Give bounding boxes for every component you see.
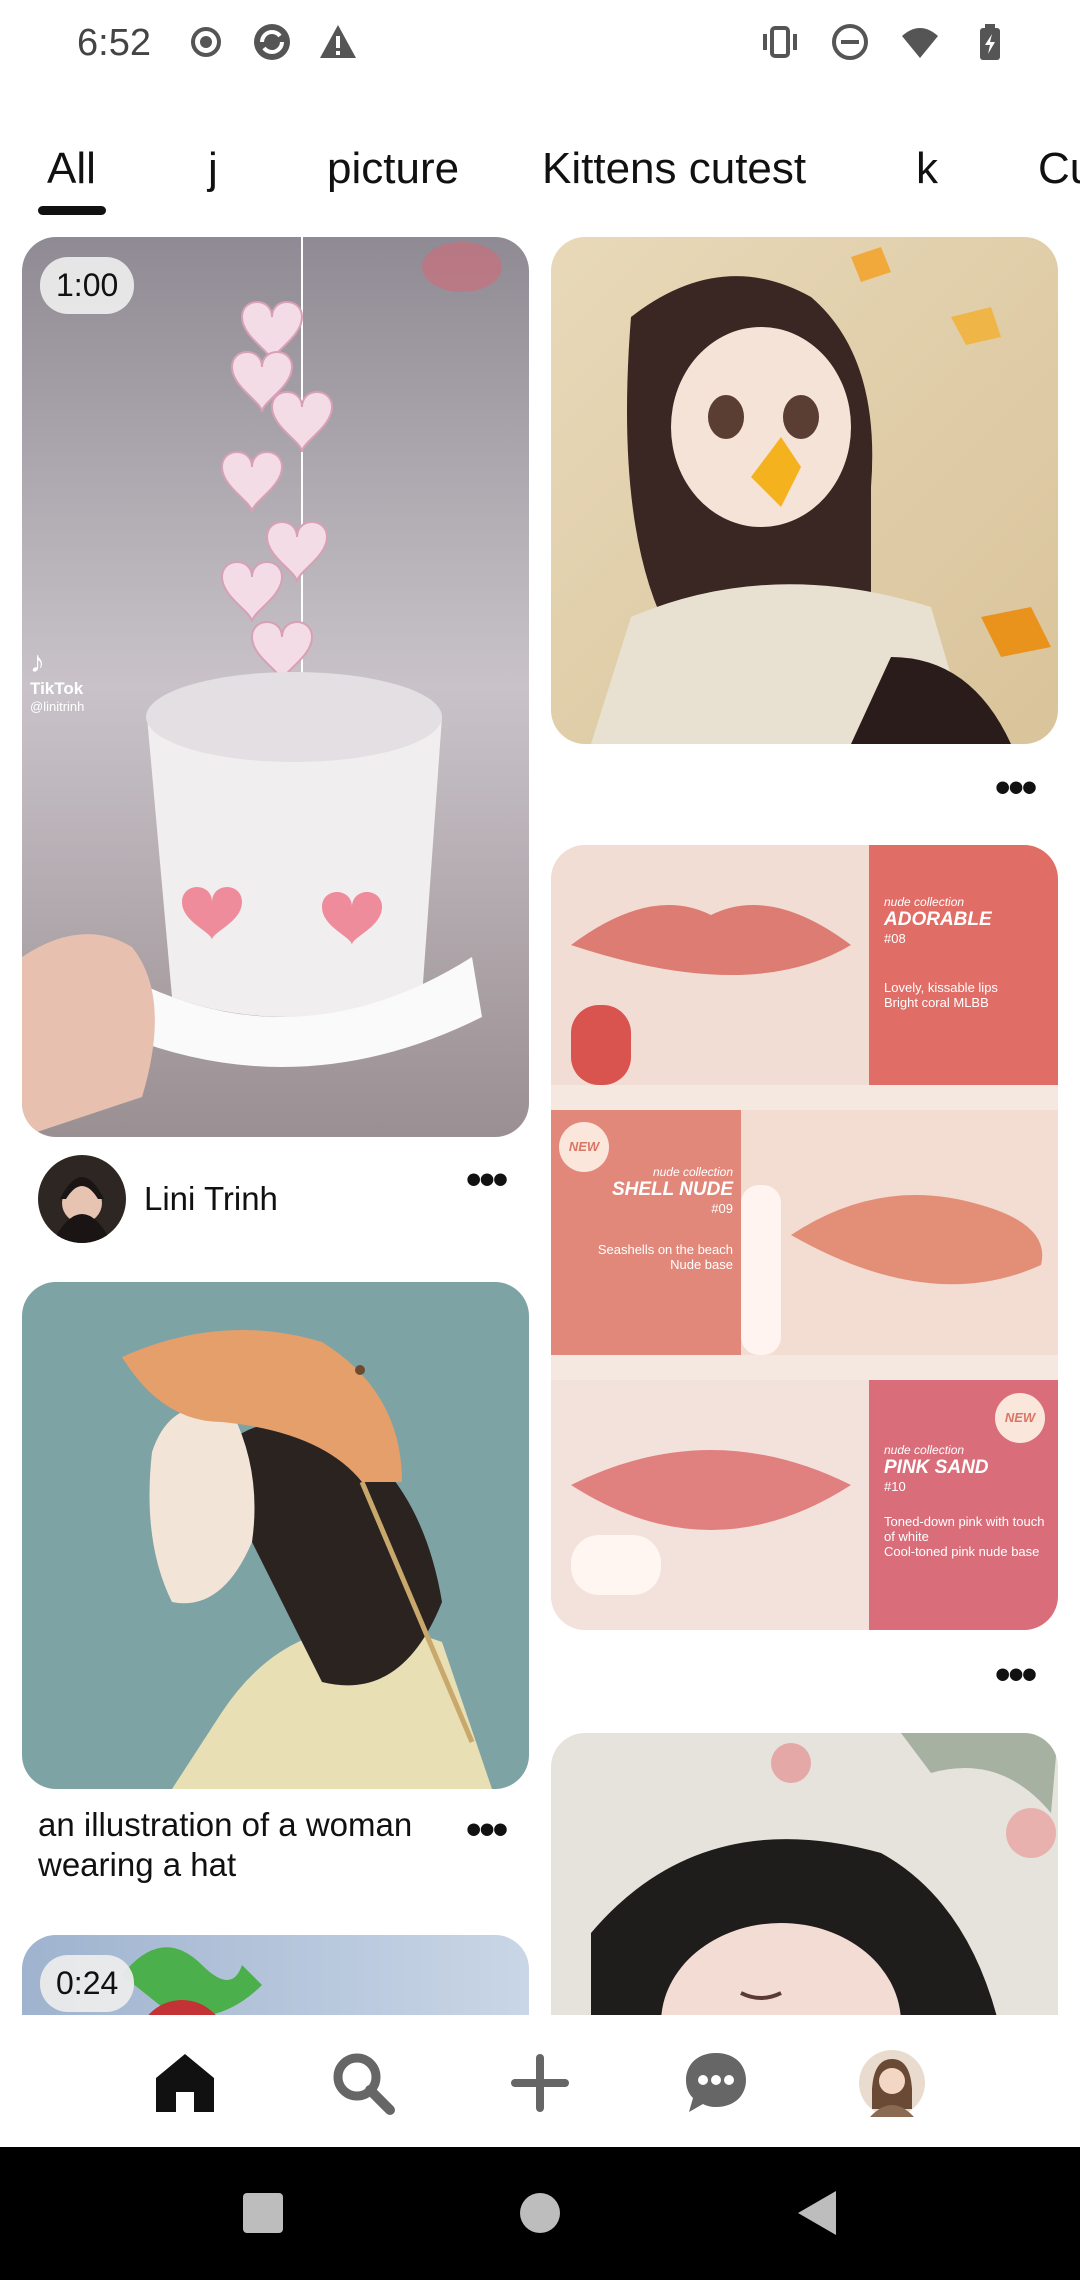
swatch-code: #10 [884, 1479, 906, 1494]
tab-picture[interactable]: picture [327, 144, 459, 194]
back-button[interactable] [790, 2185, 846, 2241]
board-tabs: All j picture Kittens cutest k Cu [0, 130, 1080, 220]
swatch-name: SHELL NUDE [611, 1179, 733, 1200]
pin-video-card[interactable]: 0:24 [22, 1935, 529, 2015]
more-options-button[interactable]: ••• [995, 1653, 1037, 1697]
home-icon[interactable] [149, 2047, 221, 2119]
home-button[interactable] [512, 2185, 568, 2241]
swatch-desc: Toned-down pink with touch of white [884, 1514, 1045, 1544]
status-time: 6:52 [77, 22, 151, 64]
profile-avatar[interactable] [856, 2047, 928, 2119]
author-avatar[interactable] [38, 1155, 126, 1243]
sleeping-girl-image [551, 1733, 1058, 2015]
pin-illustration-card[interactable] [22, 1282, 529, 1789]
more-options-button[interactable]: ••• [995, 766, 1037, 810]
tiktok-icon: ♪ [30, 646, 45, 679]
status-left-icons [186, 22, 358, 62]
more-options-button[interactable]: ••• [466, 1808, 508, 1852]
swatch-label-pink-sand: nude collection PINK SAND #10 Toned-down… [884, 1443, 1054, 1559]
tab-kittens-cutest[interactable]: Kittens cutest [542, 144, 806, 194]
messages-icon[interactable] [680, 2047, 752, 2119]
video-thumbnail [22, 237, 529, 1137]
system-navigation-bar [0, 2147, 1080, 2280]
tab-k[interactable]: k [916, 144, 938, 194]
status-right-icons [760, 22, 1010, 62]
pin-feed[interactable]: 1:00 ♪ TikTok @linitrinh Lini Trinh ••• … [0, 230, 1080, 2015]
pin-caption: an illustration of a woman wearing a hat [38, 1806, 413, 1883]
swatch-name: ADORABLE [884, 909, 992, 930]
status-bar: 6:52 [0, 0, 1080, 90]
swatch-desc: Cool-toned pink nude base [884, 1544, 1040, 1559]
battery-charging-icon [980, 24, 1000, 60]
swatch-collection: nude collection [884, 1443, 965, 1457]
more-options-button[interactable]: ••• [466, 1158, 508, 1202]
author-name[interactable]: Lini Trinh [144, 1180, 278, 1218]
swatch-label-shell-nude: nude collection SHELL NUDE #09 Seashells… [565, 1165, 733, 1272]
swatch-code: #09 [711, 1201, 733, 1216]
swatch-code: #08 [884, 931, 906, 946]
warning-icon [320, 25, 356, 58]
swatch-collection: nude collection [884, 895, 965, 909]
tiktok-handle: @linitrinh [30, 699, 85, 714]
record-icon [191, 27, 221, 57]
pin-video-card[interactable]: 1:00 ♪ TikTok @linitrinh [22, 237, 529, 1137]
swatch-desc: Bright coral MLBB [884, 995, 989, 1010]
anime-girl-image [551, 237, 1058, 744]
tab-selected-indicator [38, 206, 106, 215]
bottom-navigation [0, 2015, 1080, 2147]
swatch-collection: nude collection [652, 1165, 733, 1179]
pin-anime-girl-card[interactable] [551, 237, 1058, 744]
illustration-image [22, 1282, 529, 1789]
pin-sleeping-girl-card[interactable] [551, 1733, 1058, 2015]
create-icon[interactable] [504, 2047, 576, 2119]
tab-all[interactable]: All [47, 144, 96, 194]
tab-j[interactable]: j [208, 144, 218, 194]
pin-lipstick-card[interactable]: nude collection ADORABLE #08 Lovely, kis… [551, 845, 1058, 1630]
sync-icon [254, 24, 290, 60]
new-badge: NEW [995, 1393, 1045, 1443]
search-icon[interactable] [327, 2047, 399, 2119]
swatch-desc: Nude base [670, 1257, 733, 1272]
swatch-label-adorable: nude collection ADORABLE #08 Lovely, kis… [884, 895, 998, 1010]
swatch-name: PINK SAND [884, 1457, 989, 1478]
wifi-icon [902, 28, 938, 58]
video-duration-badge: 1:00 [40, 257, 135, 314]
swatch-desc: Lovely, kissable lips [884, 980, 998, 995]
tiktok-watermark: ♪ TikTok @linitrinh [30, 646, 85, 715]
vibrate-icon [763, 26, 797, 58]
swatch-desc: Seashells on the beach [597, 1242, 733, 1257]
do-not-disturb-icon [832, 24, 868, 60]
tiktok-brand: TikTok [30, 679, 84, 698]
video-duration-badge: 0:24 [40, 1955, 135, 2012]
tab-cu[interactable]: Cu [1038, 144, 1080, 194]
recents-button[interactable] [235, 2185, 291, 2241]
